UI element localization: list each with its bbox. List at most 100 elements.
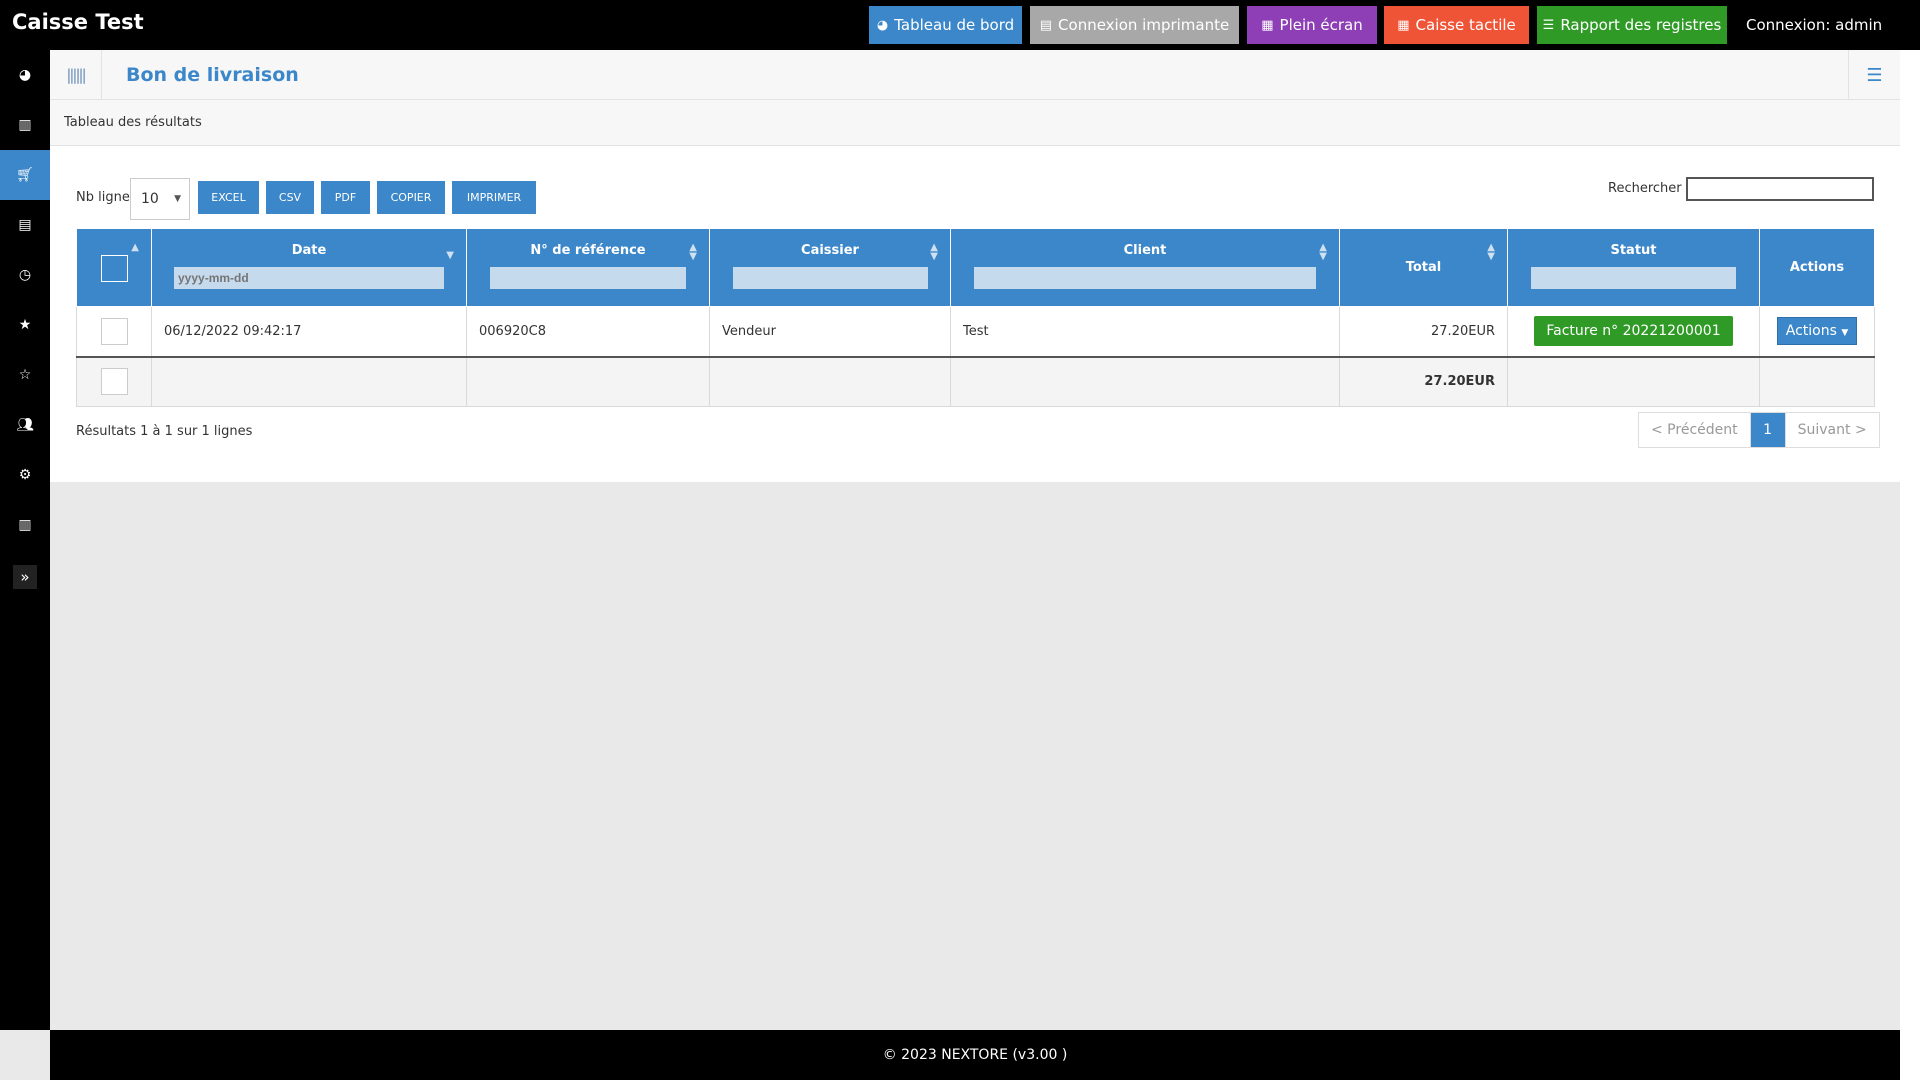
rows-per-page-label: Nb ligne xyxy=(76,190,130,205)
select-all-checkbox[interactable] xyxy=(100,255,128,282)
scrollbar-track[interactable] xyxy=(1900,50,1920,1080)
select-all-header: ▲ xyxy=(76,228,152,307)
column-label-client: Client xyxy=(1123,243,1167,258)
barcode-icon: |||||| xyxy=(50,50,102,100)
pagination: < Précédent 1 Suivant > xyxy=(1638,412,1880,448)
footer-cell xyxy=(1507,355,1760,407)
cashier-filter-input[interactable] xyxy=(732,267,928,289)
dashboard-button[interactable]: ◕ Tableau de bord xyxy=(869,6,1022,44)
printer-connection-button[interactable]: ▤ Connexion imprimante xyxy=(1030,6,1239,44)
results-summary: Résultats 1 à 1 sur 1 lignes xyxy=(76,424,253,439)
cell-cashier: Vendeur xyxy=(709,306,951,357)
sidebar-item-favorites[interactable]: ★ xyxy=(0,300,50,350)
register-report-button-label: Rapport des registres xyxy=(1560,16,1722,34)
table-row[interactable]: 06/12/2022 09:42:17 006920C8 Vendeur Tes… xyxy=(76,306,1875,357)
grid-icon: ▦ xyxy=(1397,17,1410,33)
panel-menu-button[interactable]: ☰ xyxy=(1848,50,1900,100)
column-label-status: Statut xyxy=(1610,243,1657,258)
sort-desc-icon: ▼ xyxy=(446,250,454,261)
status-filter-input[interactable] xyxy=(1531,267,1736,289)
sidebar-item-loyalty[interactable]: ☆ xyxy=(0,350,50,400)
fullscreen-button-label: Plein écran xyxy=(1279,16,1363,34)
grid-icon: ▦ xyxy=(1261,17,1274,33)
results-table: ▲ Date ▼ N° de référence ▲▼ Caissie xyxy=(76,228,1875,407)
page-1-button[interactable]: 1 xyxy=(1750,413,1785,447)
document-icon: ▤ xyxy=(18,217,32,233)
print-button[interactable]: IMPRIMER xyxy=(452,181,536,214)
panel-subheader: Tableau des résultats xyxy=(50,100,1900,146)
reference-filter-input[interactable] xyxy=(490,267,686,289)
footer: © 2023 NEXTORE (v3.00 ) xyxy=(50,1030,1900,1080)
printer-connection-button-label: Connexion imprimante xyxy=(1058,16,1230,34)
search-input[interactable] xyxy=(1686,177,1874,201)
menu-icon: ☰ xyxy=(1866,64,1883,86)
rows-per-page-select[interactable]: 10 ▼ xyxy=(130,178,190,220)
star-outline-icon: ☆ xyxy=(18,367,32,383)
invoice-status-button[interactable]: Facture n° 20221200001 xyxy=(1534,316,1733,347)
sidebar-item-reports[interactable]: ▥ xyxy=(0,500,50,550)
sidebar-item-history[interactable]: ◷ xyxy=(0,250,50,300)
panel-header: |||||| Bon de livraison ☰ xyxy=(50,50,1900,100)
sidebar-item-documents[interactable]: ▤ xyxy=(0,200,50,250)
sidebar: ◕ ▥ 🛒︎ ▤ ◷ ★ ☆ 👥︎ ⚙ ▥ » xyxy=(0,50,50,1030)
next-page-button[interactable]: Suivant > xyxy=(1784,413,1879,447)
sort-icon: ▲ ▼ xyxy=(1487,242,1495,262)
column-label-cashier: Caissier xyxy=(801,243,859,258)
sidebar-expand-button[interactable]: » xyxy=(13,565,37,589)
column-header-date[interactable]: Date ▼ xyxy=(151,228,467,307)
barcode-icon: ▥ xyxy=(18,117,32,133)
column-header-status[interactable]: Statut xyxy=(1507,228,1760,307)
sidebar-item-products[interactable]: ▥ xyxy=(0,100,50,150)
clock-icon: ◷ xyxy=(18,267,32,283)
rows-per-page-value: 10 xyxy=(141,191,159,207)
column-label-actions: Actions xyxy=(1789,260,1845,275)
sidebar-item-sales[interactable]: 🛒︎ xyxy=(0,150,50,200)
main-content: |||||| Bon de livraison ☰ Tableau des ré… xyxy=(50,50,1900,1030)
list-icon: ☰ xyxy=(1542,17,1555,33)
chart-icon: ▥ xyxy=(18,517,32,533)
touch-register-button[interactable]: ▦ Caisse tactile xyxy=(1384,6,1529,44)
footer-checkbox[interactable] xyxy=(100,368,128,396)
cart-icon: 🛒︎ xyxy=(16,167,34,183)
excel-button[interactable]: EXCEL xyxy=(198,181,259,214)
sidebar-item-settings[interactable]: ⚙ xyxy=(0,450,50,500)
column-label-total: Total xyxy=(1405,260,1442,275)
column-header-total[interactable]: Total ▲ ▼ xyxy=(1339,228,1508,307)
column-header-reference[interactable]: N° de référence ▲ ▼ xyxy=(466,228,710,307)
column-label-date: Date xyxy=(291,243,327,258)
pdf-button[interactable]: PDF xyxy=(321,181,370,214)
date-filter-input[interactable] xyxy=(174,267,444,289)
column-header-actions: Actions xyxy=(1759,228,1875,307)
fullscreen-button[interactable]: ▦ Plein écran xyxy=(1247,6,1377,44)
footer-cell xyxy=(1759,355,1875,407)
footer-select-cell xyxy=(76,355,152,407)
row-actions-label: Actions xyxy=(1785,323,1837,340)
previous-page-button[interactable]: < Précédent xyxy=(1639,413,1751,447)
register-report-button[interactable]: ☰ Rapport des registres xyxy=(1537,6,1727,44)
row-select-cell xyxy=(76,306,152,357)
star-icon: ★ xyxy=(18,317,32,333)
row-actions-dropdown[interactable]: Actions ▼ xyxy=(1776,317,1858,346)
client-filter-input[interactable] xyxy=(974,267,1316,289)
sidebar-item-dashboard[interactable]: ◕ xyxy=(0,50,50,100)
footer-cell xyxy=(950,355,1340,407)
cell-total: 27.20EUR xyxy=(1339,306,1508,357)
column-header-cashier[interactable]: Caissier ▲ ▼ xyxy=(709,228,951,307)
dashboard-icon: ◕ xyxy=(876,17,889,33)
cell-status: Facture n° 20221200001 xyxy=(1507,306,1760,357)
cell-reference: 006920C8 xyxy=(466,306,710,357)
footer-total: 27.20EUR xyxy=(1339,355,1508,407)
sidebar-item-users[interactable]: 👥︎ xyxy=(0,400,50,450)
caret-down-icon: ▼ xyxy=(1841,328,1849,339)
row-checkbox[interactable] xyxy=(100,317,128,345)
table-footer-row: 27.20EUR xyxy=(76,355,1875,407)
printer-icon: ▤ xyxy=(1039,17,1053,33)
copy-button[interactable]: COPIER xyxy=(377,181,445,214)
panel-subtitle: Tableau des résultats xyxy=(64,115,202,130)
footer-cell xyxy=(466,355,710,407)
column-header-client[interactable]: Client ▲ ▼ xyxy=(950,228,1340,307)
csv-button[interactable]: CSV xyxy=(266,181,314,214)
touch-register-button-label: Caisse tactile xyxy=(1415,16,1516,34)
cell-client: Test xyxy=(950,306,1340,357)
column-label-reference: N° de référence xyxy=(530,243,646,258)
